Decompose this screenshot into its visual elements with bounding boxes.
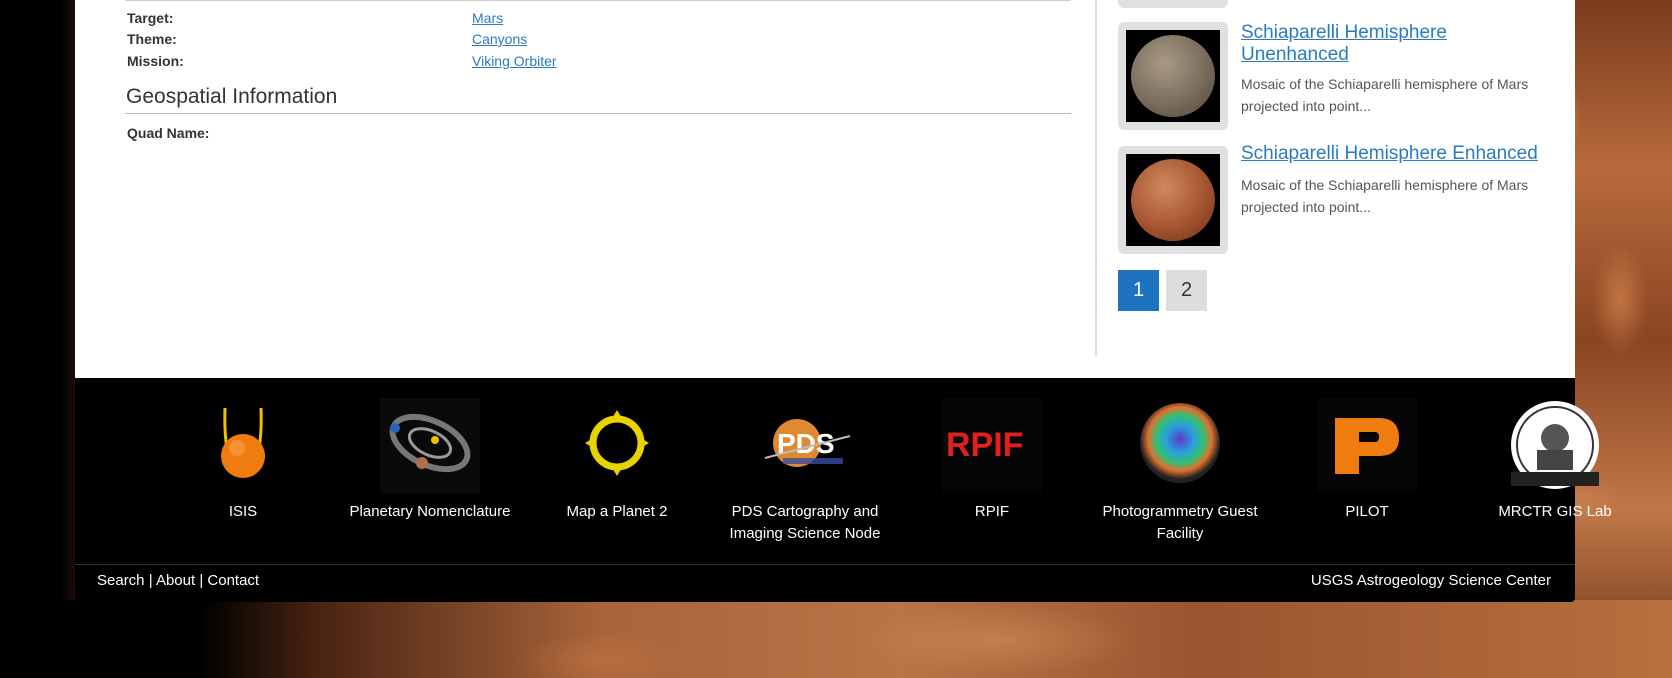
mrctr-logo-icon bbox=[1505, 398, 1605, 493]
link-separator: | bbox=[199, 572, 204, 589]
tool-label: Photogrammetry Guest Facility bbox=[1102, 503, 1258, 542]
target-label: Target: bbox=[127, 10, 174, 26]
search-link[interactable]: Search bbox=[97, 572, 145, 589]
tool-planetary-nomenclature[interactable]: Planetary Nomenclature bbox=[340, 398, 520, 523]
mission-link[interactable]: Viking Orbiter bbox=[472, 53, 557, 69]
pds-logo-icon: PDS bbox=[755, 398, 855, 493]
footer-separator bbox=[75, 564, 1575, 565]
tool-mrctr-gis-lab[interactable]: MRCTR GIS Lab bbox=[1465, 398, 1645, 523]
previous-thumbnail-edge bbox=[1118, 0, 1228, 8]
photogrammetry-logo-icon bbox=[1130, 398, 1230, 493]
thumbnail-enhanced[interactable] bbox=[1118, 146, 1228, 254]
related-item-description: Mosaic of the Schiaparelli hemisphere of… bbox=[1241, 76, 1529, 114]
related-item-title[interactable]: Schiaparelli Hemisphere Enhanced bbox=[1241, 143, 1541, 165]
tool-label: ISIS bbox=[228, 503, 258, 520]
usgs-astrogeology-link[interactable]: USGS Astrogeology Science Center bbox=[1311, 572, 1551, 589]
svg-text:RPIF: RPIF bbox=[946, 426, 1023, 464]
contact-link[interactable]: Contact bbox=[207, 572, 259, 589]
about-link[interactable]: About bbox=[156, 572, 195, 589]
geospatial-heading: Geospatial Information bbox=[126, 85, 338, 108]
tool-label: Map a Planet 2 bbox=[566, 503, 668, 520]
tool-pilot[interactable]: PILOT bbox=[1277, 398, 1457, 523]
mars-background-bottom bbox=[0, 600, 1672, 678]
footer-links: Search | About | Contact bbox=[97, 572, 259, 589]
tool-isis[interactable]: ISIS bbox=[153, 398, 333, 523]
tool-pds-cartography[interactable]: PDS PDS Cartography and Imaging Science … bbox=[715, 398, 895, 545]
tool-map-a-planet[interactable]: Map a Planet 2 bbox=[527, 398, 707, 523]
link-separator: | bbox=[148, 572, 153, 589]
quad-name-label: Quad Name: bbox=[127, 125, 210, 141]
theme-label: Theme: bbox=[127, 31, 177, 47]
theme-link[interactable]: Canyons bbox=[472, 31, 527, 47]
pilot-logo-icon bbox=[1317, 398, 1417, 493]
tool-label: PDS Cartography and Imaging Science Node bbox=[729, 503, 881, 542]
rpif-logo-icon: RPIF bbox=[942, 398, 1042, 493]
sidebar-divider bbox=[1095, 0, 1097, 356]
svg-text:PDS: PDS bbox=[777, 428, 835, 459]
thumbnail-unenhanced[interactable] bbox=[1118, 22, 1228, 130]
page-2-button[interactable]: 2 bbox=[1166, 270, 1207, 311]
mars-globe-icon bbox=[1131, 35, 1215, 117]
geospatial-divider bbox=[125, 113, 1071, 114]
footer: ISIS Planetary Nomenclature Map a Planet… bbox=[75, 378, 1612, 602]
target-link[interactable]: Mars bbox=[472, 10, 503, 26]
mars-gray-globe-image bbox=[1126, 30, 1220, 122]
mars-red-globe-image bbox=[1126, 154, 1220, 246]
related-item-title[interactable]: Schiaparelli Hemisphere Unenhanced bbox=[1241, 22, 1541, 66]
solar-system-logo-icon bbox=[380, 398, 480, 493]
tool-label: PILOT bbox=[1345, 503, 1389, 520]
tool-label: RPIF bbox=[974, 503, 1010, 520]
tool-rpif[interactable]: RPIF RPIF bbox=[902, 398, 1082, 523]
related-item-description: Mosaic of the Schiaparelli hemisphere of… bbox=[1241, 177, 1529, 215]
section-divider bbox=[125, 0, 1071, 1]
mission-label: Mission: bbox=[127, 53, 184, 69]
isis-logo-icon bbox=[193, 398, 293, 493]
map-a-planet-logo-icon bbox=[567, 398, 667, 493]
mars-globe-icon bbox=[1131, 159, 1215, 241]
tool-label: MRCTR GIS Lab bbox=[1498, 503, 1612, 520]
tool-label: Planetary Nomenclature bbox=[349, 503, 511, 520]
page-1-button[interactable]: 1 bbox=[1118, 270, 1159, 311]
tool-photogrammetry[interactable]: Photogrammetry Guest Facility bbox=[1090, 398, 1270, 545]
